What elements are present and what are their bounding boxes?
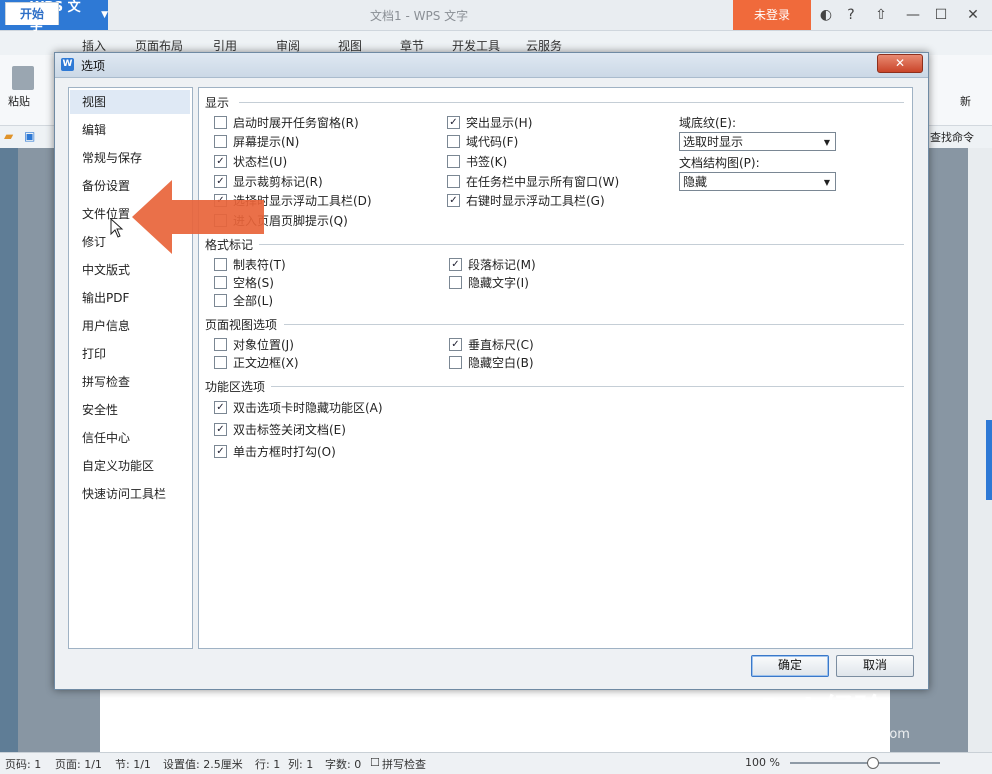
vertical-ruler: [0, 148, 18, 753]
document-title: 文档1 - WPS 文字: [370, 9, 469, 23]
cancel-button[interactable]: 取消: [836, 655, 914, 677]
checkbox-expand-task-pane[interactable]: 启动时展开任务窗格(R): [214, 114, 359, 131]
sidebar-item-chinese-layout[interactable]: 中文版式: [70, 258, 190, 282]
status-setting: 设置值: 2.5厘米: [163, 758, 243, 771]
close-window-icon[interactable]: ✕: [962, 5, 984, 25]
section-divider: [271, 386, 904, 387]
dialog-title: 选项: [81, 59, 106, 73]
options-sidebar: 视图 编辑 常规与保存 备份设置 文件位置 修订 中文版式 输出PDF 用户信息…: [68, 87, 193, 649]
baidu-watermark: Bai 经验: [760, 693, 884, 728]
open-folder-icon[interactable]: ▰: [4, 129, 13, 143]
side-panel-tab[interactable]: [986, 420, 992, 500]
zoom-slider[interactable]: [790, 762, 940, 764]
status-words: 字数: 0: [325, 758, 362, 771]
checkbox-dblclick-close-doc[interactable]: ✓ 双击标签关闭文档(E): [214, 421, 346, 438]
dialog-close-button[interactable]: ✕: [877, 54, 923, 73]
chevron-down-icon: ▼: [823, 178, 830, 187]
section-divider: [259, 244, 904, 245]
section-divider: [284, 324, 904, 325]
checkbox-windows-in-taskbar[interactable]: 在任务栏中显示所有窗口(W): [447, 173, 619, 190]
login-button[interactable]: 未登录: [733, 0, 811, 30]
clipboard-icon: [12, 66, 34, 90]
checkbox-paragraph-marks[interactable]: ✓ 段落标记(M): [449, 256, 536, 273]
wps-logo-icon: W: [61, 58, 74, 71]
status-spell[interactable]: 拼写检查: [382, 756, 426, 772]
checkbox-all-marks[interactable]: 全部(L): [214, 292, 273, 309]
checkbox-hide-whitespace[interactable]: 隐藏空白(B): [449, 354, 534, 371]
section-title-ribbon-options: 功能区选项: [205, 378, 270, 395]
sidebar-item-export-pdf[interactable]: 输出PDF: [70, 286, 190, 310]
annotation-arrow-icon: [132, 180, 264, 254]
sidebar-item-user-info[interactable]: 用户信息: [70, 314, 190, 338]
chevron-down-icon: ▼: [101, 10, 108, 20]
baidu-watermark-url: jingyan.baidu.com: [790, 727, 910, 742]
minimize-icon[interactable]: —: [902, 5, 924, 25]
checkbox-highlight[interactable]: ✓ 突出显示(H): [447, 114, 532, 131]
sidebar-item-edit[interactable]: 编辑: [70, 118, 190, 142]
zoom-level: 100 %: [745, 756, 780, 769]
help-button[interactable]: ?: [840, 5, 862, 25]
tab-start[interactable]: 开始: [5, 2, 59, 25]
sidebar-item-view[interactable]: 视图: [70, 90, 190, 114]
checkbox-field-codes[interactable]: 域代码(F): [447, 133, 518, 150]
sidebar-item-spell-check[interactable]: 拼写检查: [70, 370, 190, 394]
checkbox-tab-marks[interactable]: 制表符(T): [214, 256, 286, 273]
checkbox-text-boundaries[interactable]: 正文边框(X): [214, 354, 299, 371]
status-row: 行: 1: [255, 758, 281, 771]
section-divider: [239, 102, 904, 103]
sidebar-item-security[interactable]: 安全性: [70, 398, 190, 422]
sidebar-item-quick-access[interactable]: 快速访问工具栏: [70, 482, 190, 506]
zoom-slider-thumb[interactable]: [867, 757, 879, 769]
doc-map-label: 文档结构图(P):: [679, 156, 760, 170]
status-page: 页面: 1/1: [55, 758, 102, 771]
maximize-icon[interactable]: ☐: [930, 5, 952, 25]
status-col: 列: 1: [288, 758, 314, 771]
checkbox-status-bar[interactable]: ✓ 状态栏(U): [214, 153, 287, 170]
status-page-code: 页码: 1: [5, 758, 42, 771]
checkbox-screen-tips[interactable]: 屏幕提示(N): [214, 133, 299, 150]
checkbox-vertical-ruler[interactable]: ✓ 垂直标尺(C): [449, 336, 534, 353]
checkbox-bookmarks[interactable]: 书签(K): [447, 153, 507, 170]
checkbox-dblclick-hide-ribbon[interactable]: ✓ 双击选项卡时隐藏功能区(A): [214, 399, 383, 416]
mouse-cursor-icon: [110, 218, 124, 238]
pin-icon[interactable]: ⇧: [870, 5, 892, 25]
section-title-display: 显示: [205, 94, 234, 111]
checkbox-floating-toolbar-rightclick[interactable]: ✓ 右键时显示浮动工具栏(G): [447, 192, 605, 209]
checkbox-hidden-text[interactable]: 隐藏文字(I): [449, 274, 529, 291]
sidebar-item-custom-ribbon[interactable]: 自定义功能区: [70, 454, 190, 478]
checkbox-object-anchors[interactable]: 对象位置(J): [214, 336, 294, 353]
sidebar-item-print[interactable]: 打印: [70, 342, 190, 366]
section-title-page-view: 页面视图选项: [205, 316, 282, 333]
field-shading-label: 域底纹(E):: [679, 116, 736, 130]
field-shading-select[interactable]: 选取时显示 ▼: [679, 132, 836, 151]
options-content-panel: 显示 启动时展开任务窗格(R) 屏幕提示(N) ✓ 状态栏(U) ✓ 显示裁剪标记(…: [198, 87, 913, 649]
chevron-down-icon: ▼: [823, 138, 830, 147]
checkbox-space-marks[interactable]: 空格(S): [214, 274, 274, 291]
checkbox-click-to-check[interactable]: ✓ 单击方框时打勾(O): [214, 443, 336, 460]
save-icon[interactable]: ▣: [24, 129, 35, 143]
sidebar-item-general-save[interactable]: 常规与保存: [70, 146, 190, 170]
ok-button[interactable]: 确定: [751, 655, 829, 677]
status-section: 节: 1/1: [115, 758, 151, 771]
find-command[interactable]: 查找命令: [930, 129, 974, 145]
new-style-button[interactable]: 新: [960, 93, 971, 109]
sidebar-item-trust-center[interactable]: 信任中心: [70, 426, 190, 450]
dialog-title-bar: [55, 53, 928, 78]
paste-button[interactable]: 粘贴: [8, 93, 30, 109]
skin-icon[interactable]: ◐: [815, 5, 837, 25]
spell-check-toggle[interactable]: ☐: [370, 756, 380, 769]
doc-map-select[interactable]: 隐藏 ▼: [679, 172, 836, 191]
options-dialog: W 选项 ✕ 视图 编辑 常规与保存 备份设置 文件位置 修订 中文版式 输出P…: [54, 52, 929, 690]
status-bar: 页码: 1 页面: 1/1 节: 1/1 设置值: 2.5厘米 行: 1 列: …: [0, 752, 992, 774]
